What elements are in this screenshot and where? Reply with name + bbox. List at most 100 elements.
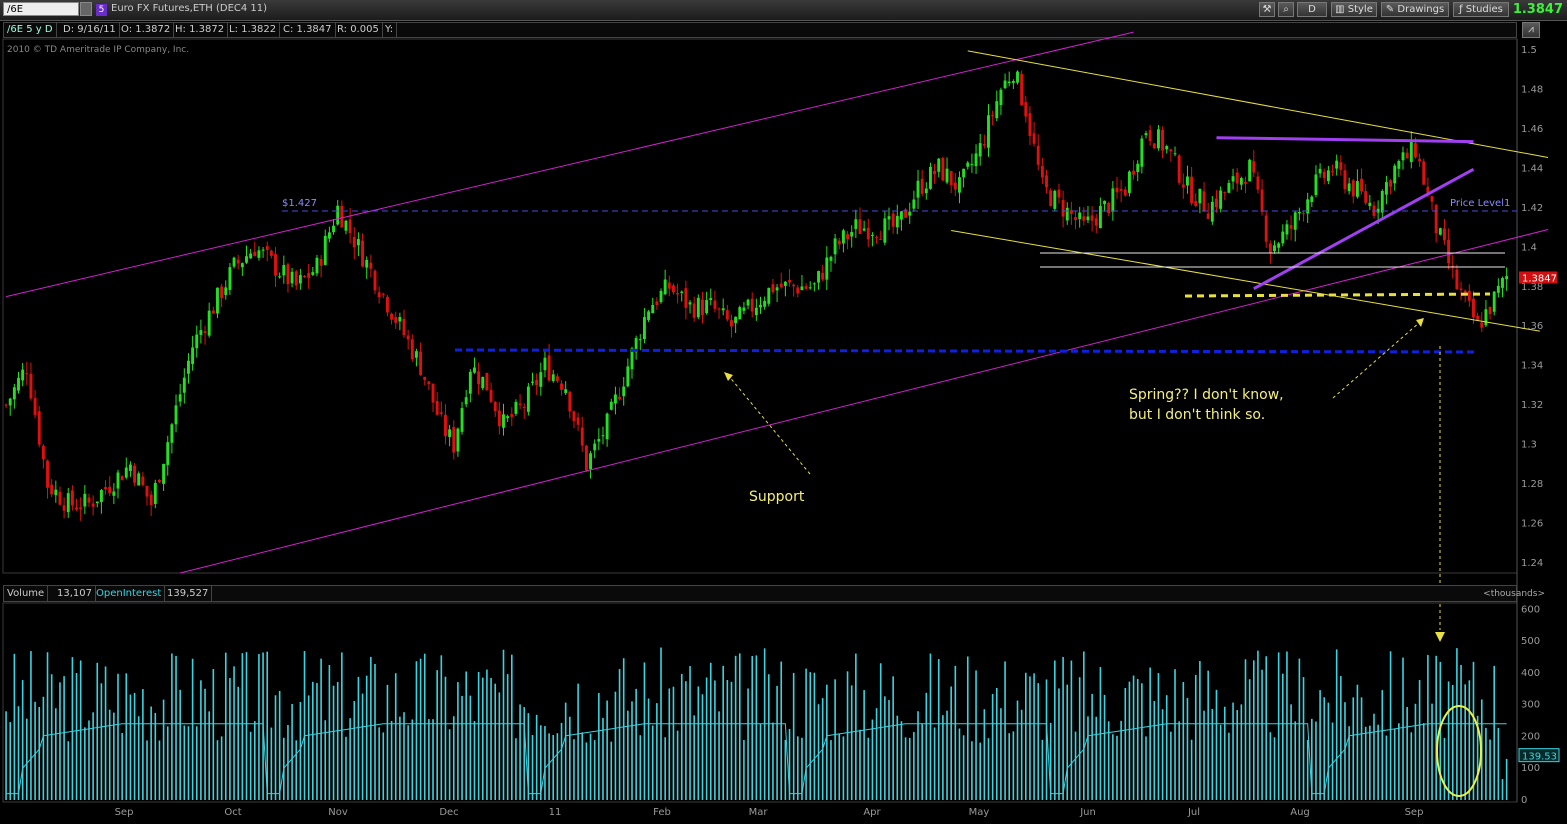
volume-bar — [1273, 737, 1276, 800]
x-tick-label: Nov — [328, 807, 348, 818]
volume-bar — [312, 681, 314, 800]
volume-bar — [838, 733, 841, 800]
volume-bar — [569, 716, 571, 800]
volume-bar — [1331, 722, 1334, 800]
candle-body — [493, 402, 497, 412]
candle-body — [916, 180, 920, 198]
volume-bar — [108, 709, 111, 800]
candle-body — [609, 401, 613, 410]
volume-bar — [121, 732, 123, 800]
candle-body — [46, 460, 49, 488]
volume-bar — [697, 686, 700, 800]
volume-bar — [842, 736, 845, 800]
highlight-ellipse — [1436, 705, 1482, 797]
y-tick-label: 1.44 — [1521, 163, 1543, 174]
volume-bar — [224, 652, 227, 800]
volume-bar — [452, 716, 455, 800]
volume-bar — [1294, 721, 1297, 800]
candle-body — [767, 287, 771, 304]
volume-bar — [494, 683, 497, 800]
volume-bar — [664, 737, 666, 800]
x-tick-label: Sep — [1405, 807, 1424, 818]
candle-body — [974, 153, 978, 167]
candle-body — [1476, 315, 1480, 320]
x-tick-label: 11 — [549, 807, 562, 818]
volume-bar — [734, 655, 737, 800]
candle-body — [423, 376, 427, 380]
candle-body — [83, 493, 87, 507]
volume-bar — [187, 726, 190, 800]
volume-bar — [722, 665, 724, 800]
candle-body — [1181, 184, 1185, 188]
candle-body — [547, 355, 551, 381]
candle-body — [365, 259, 369, 268]
volume-bar — [668, 688, 671, 800]
x-tick-label: Feb — [653, 807, 671, 818]
candle-body — [560, 383, 563, 390]
volume-bar — [1012, 731, 1015, 800]
volume-bar — [457, 682, 459, 800]
candle-body — [323, 235, 327, 265]
volume-bar — [365, 675, 368, 800]
volume-bar — [942, 715, 944, 800]
candle-body — [452, 427, 456, 453]
candle-body — [754, 307, 758, 316]
candle-body — [1049, 190, 1053, 206]
volume-bar — [506, 674, 509, 800]
candle-body — [929, 166, 932, 189]
volume-bar — [622, 658, 625, 800]
candle-body — [1082, 216, 1086, 221]
breakout-line — [1184, 292, 1491, 298]
candle-body — [427, 381, 431, 385]
candle-body — [1045, 175, 1048, 188]
volume-bar — [386, 684, 389, 800]
volume-bar — [1252, 660, 1255, 800]
candle-body — [564, 389, 568, 393]
candle-body — [1007, 81, 1011, 84]
volume-bar — [1033, 673, 1035, 800]
volume-bar — [776, 685, 778, 800]
volume-bar — [1406, 707, 1408, 800]
candle-body — [240, 263, 244, 268]
volume-bar — [1402, 657, 1404, 800]
volume-bar — [797, 736, 799, 800]
candle-body — [1024, 102, 1028, 117]
volume-bar — [1323, 697, 1326, 800]
price-chart[interactable]: 1.51.481.461.441.421.41.381.361.341.321.… — [0, 0, 1567, 824]
volume-bar — [394, 673, 397, 800]
candle-body — [141, 476, 145, 486]
volume-bar — [150, 706, 152, 800]
candle-body — [75, 507, 78, 510]
volume-bar — [345, 736, 347, 800]
volume-bar — [1485, 727, 1487, 800]
candle-body — [551, 374, 555, 381]
volume-bar — [353, 701, 356, 800]
candle-body — [187, 360, 190, 374]
candle-body — [812, 283, 816, 285]
candle-body — [385, 296, 389, 313]
volume-bar — [200, 680, 202, 800]
volume-bar — [1091, 693, 1093, 800]
candle-body — [618, 396, 622, 399]
openinterest-value: 139,527 — [164, 586, 213, 601]
candle-body — [1264, 215, 1268, 242]
volume-label: Volume — [4, 586, 49, 601]
candle-body — [224, 287, 228, 295]
volume-bar — [341, 652, 343, 800]
volume-bar — [1029, 676, 1031, 800]
candle-body — [734, 316, 738, 324]
candle-body — [622, 386, 626, 397]
volume-bar — [13, 653, 16, 800]
volume-bar — [564, 702, 567, 800]
volume-bar — [1315, 721, 1317, 800]
volume-bar — [1364, 726, 1367, 800]
candle-body — [473, 367, 476, 373]
candle-body — [1488, 306, 1492, 314]
volume-bar — [1136, 678, 1139, 800]
volume-bar — [515, 738, 517, 800]
candle-body — [108, 486, 112, 494]
candle-body — [730, 320, 733, 327]
candle-body — [406, 335, 410, 340]
volume-bar — [556, 733, 559, 800]
volume-bar — [589, 733, 592, 800]
